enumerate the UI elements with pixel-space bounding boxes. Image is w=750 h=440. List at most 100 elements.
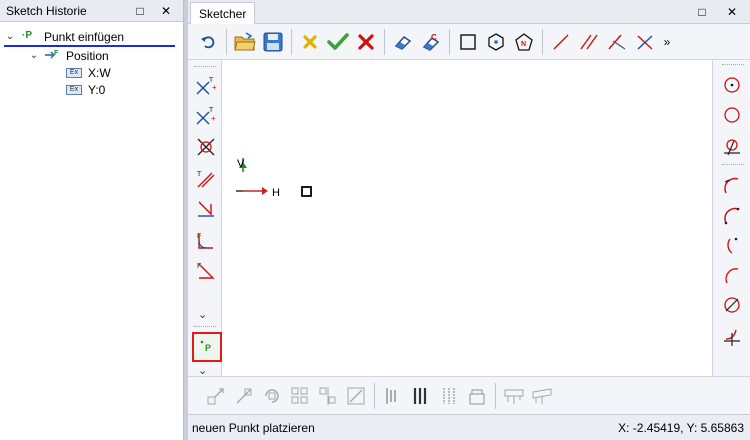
sketch-history-panel: Sketch Historie □ ✕ ⌄ ·P Punkt einfügen …: [0, 0, 184, 440]
canvas-drawing: V H: [236, 158, 312, 199]
rectangle-tool-button[interactable]: [454, 28, 482, 56]
line-tool-button[interactable]: [547, 28, 575, 56]
perpendicular-tool-button[interactable]: [193, 196, 219, 222]
tree-item-punkt-einfuegen[interactable]: ⌄ ·P Punkt einfügen: [0, 28, 183, 47]
tree-item-y[interactable]: Ex Y:0: [0, 81, 183, 98]
polygon-tool-button[interactable]: N: [510, 28, 538, 56]
intersect-button[interactable]: [193, 134, 219, 160]
hexagon-tool-button[interactable]: [482, 28, 510, 56]
eraser-constraint-icon: C: [422, 33, 440, 51]
parallel-lines-button[interactable]: [575, 28, 603, 56]
mirror-pattern-icon: [319, 386, 336, 405]
svg-text:F: F: [54, 50, 59, 57]
fillet-tool-icon: F: [197, 233, 213, 249]
tangent-point-button[interactable]: T +: [193, 102, 219, 128]
arc-three-point-button[interactable]: [719, 202, 745, 228]
tree-item-label: Punkt einfügen: [44, 29, 125, 44]
move-button[interactable]: [202, 382, 230, 410]
tab-sketcher[interactable]: Sketcher: [190, 2, 256, 24]
rotate-icon: [265, 388, 279, 403]
toolbar-separator: [226, 28, 227, 55]
tree-item-label: X:W: [88, 65, 111, 80]
insert-point-button[interactable]: P: [192, 332, 222, 362]
sketch-history-header: Sketch Historie □ ✕: [0, 0, 183, 22]
sketch-history-title: Sketch Historie: [6, 3, 87, 18]
hexagon-icon: [488, 32, 504, 51]
erase-button[interactable]: [389, 28, 417, 56]
float-panel-button[interactable]: □: [694, 4, 710, 20]
toolbar-separator: [291, 28, 292, 55]
tree-item-x[interactable]: Ex X:W: [0, 64, 183, 81]
pattern-button[interactable]: [286, 382, 314, 410]
stack-button[interactable]: [463, 382, 491, 410]
dimension-button[interactable]: [500, 382, 528, 410]
save-icon: [263, 32, 283, 51]
tree-item-label: Position: [66, 48, 109, 63]
square-icon: [460, 33, 476, 50]
left-tool-column: T + T + T F F ⌄ P ⌄: [188, 60, 222, 377]
collapse-caret-icon[interactable]: ⌄: [28, 50, 40, 61]
save-button[interactable]: [259, 28, 287, 56]
open-button[interactable]: [231, 28, 259, 56]
erase-constraints-button[interactable]: C: [417, 28, 445, 56]
align-bars-button[interactable]: [407, 382, 435, 410]
arc-tangent-icon: [725, 268, 739, 284]
toolbar-separator: [374, 382, 375, 409]
arc-center-button[interactable]: [719, 232, 745, 258]
circle-center-button[interactable]: [719, 72, 745, 98]
bottom-toolbar: [188, 376, 750, 414]
arc-tangent-button[interactable]: [719, 262, 745, 288]
ellipse-button[interactable]: [719, 292, 745, 318]
close-panel-button[interactable]: ✕: [158, 3, 174, 19]
arc-corner-button[interactable]: [719, 324, 745, 350]
arc-center-icon: [727, 237, 738, 254]
dimension-angle-button[interactable]: [528, 382, 556, 410]
fillet-tool-button[interactable]: F: [193, 228, 219, 254]
rotate-button[interactable]: [258, 382, 286, 410]
trim-line-button[interactable]: [631, 28, 659, 56]
undo-button[interactable]: [194, 28, 222, 56]
circle-tangent-button[interactable]: [719, 134, 745, 160]
intersection-icon: [197, 138, 215, 156]
point-icon: ·P: [22, 29, 32, 41]
distribute-button[interactable]: [435, 382, 463, 410]
delete-button[interactable]: [352, 28, 380, 56]
copy-button[interactable]: [230, 382, 258, 410]
app-window: Sketch Historie □ ✕ ⌄ ·P Punkt einfügen …: [0, 0, 750, 440]
move-icon: [207, 387, 224, 404]
distribute-icon: [443, 387, 455, 404]
sketch-canvas[interactable]: V H: [222, 60, 712, 376]
svg-text:N: N: [521, 41, 526, 48]
tree-item-position[interactable]: ⌄ F Position: [0, 47, 183, 64]
tangent-line-button[interactable]: T +: [193, 72, 219, 98]
arc-button[interactable]: [719, 172, 745, 198]
arc-icon: [724, 177, 739, 194]
copy-transform-icon: [236, 388, 252, 403]
line-icon: [553, 34, 569, 49]
trim-line-icon: [637, 34, 653, 50]
toolbar-grip: [194, 66, 216, 68]
chamfer-tool-button[interactable]: F: [193, 258, 219, 284]
parallel-tool-button[interactable]: T: [193, 166, 219, 192]
expression-icon: Ex: [66, 67, 82, 78]
cancel-button[interactable]: [296, 28, 324, 56]
more-tools-button[interactable]: »: [659, 28, 675, 56]
svg-text:+: +: [211, 114, 216, 123]
toolbar-separator: [384, 28, 385, 55]
tree-item-label: Y:0: [88, 82, 106, 97]
scale-button[interactable]: [342, 382, 370, 410]
close-panel-button[interactable]: ✕: [724, 4, 740, 20]
align-left-button[interactable]: [379, 382, 407, 410]
arc-three-point-icon: [724, 207, 740, 225]
circle-button[interactable]: [719, 102, 745, 128]
float-panel-button[interactable]: □: [132, 3, 148, 19]
angle-line-button[interactable]: [603, 28, 631, 56]
confirm-button[interactable]: [324, 28, 352, 56]
expand-chevron-icon[interactable]: ⌄: [198, 308, 207, 321]
collapse-caret-icon[interactable]: ⌄: [4, 31, 16, 42]
align-bars-icon: [413, 387, 427, 404]
red-cross-icon: [358, 33, 374, 50]
tangent-constraint-icon: T+: [196, 77, 217, 95]
open-folder-icon: [234, 31, 256, 50]
mirror-pattern-button[interactable]: [314, 382, 342, 410]
